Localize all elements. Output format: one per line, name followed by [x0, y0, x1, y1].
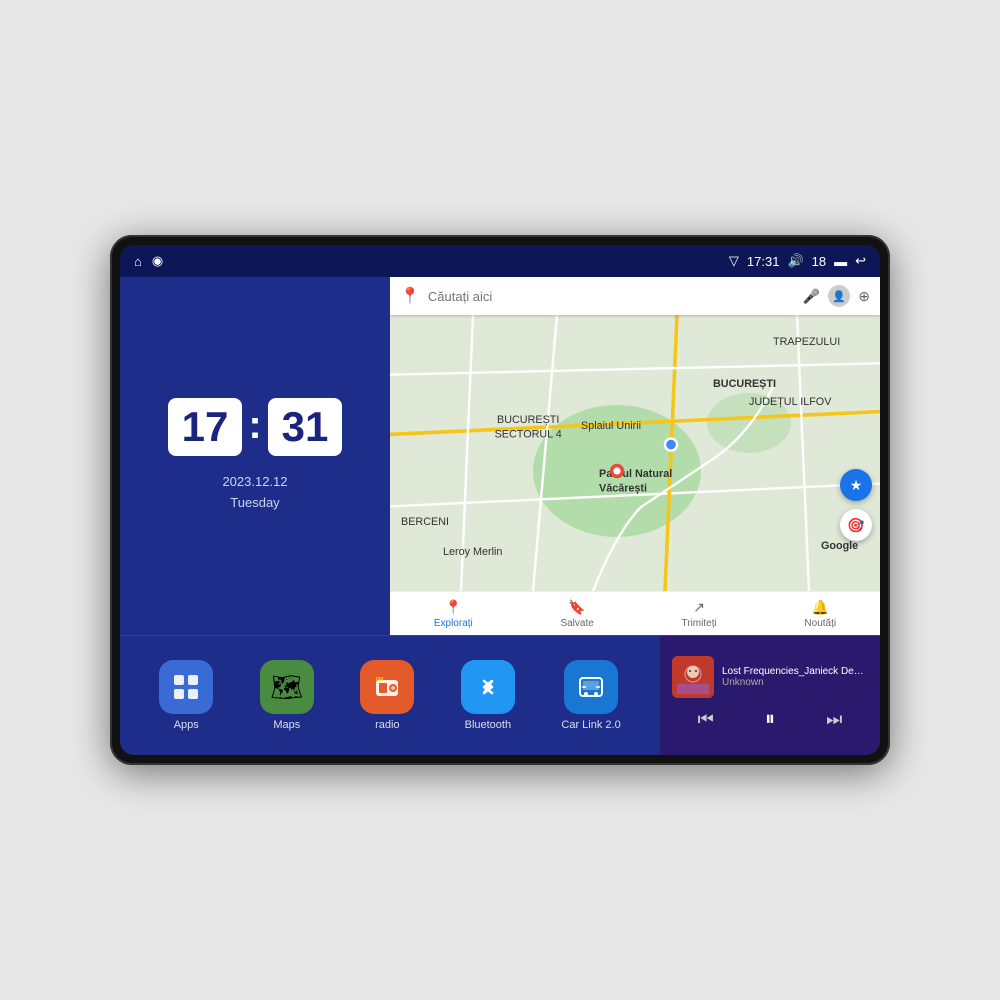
location-button[interactable]: 🎯: [840, 509, 872, 541]
status-time: 17:31: [747, 254, 780, 269]
battery-level: 18: [812, 254, 826, 269]
top-row: 17 : 31 2023.12.12 Tuesday 📍: [120, 277, 880, 635]
radio-icon: FM: [360, 660, 414, 714]
bluetooth-label: Bluetooth: [465, 719, 511, 731]
svg-text:JUDEȚUL ILFOV: JUDEȚUL ILFOV: [749, 396, 832, 408]
microphone-icon[interactable]: 🎤: [803, 288, 820, 305]
clock-date: 2023.12.12 Tuesday: [222, 472, 287, 514]
next-button[interactable]: ⏭: [826, 709, 842, 730]
google-maps-pin-icon: 📍: [400, 286, 420, 306]
volume-icon[interactable]: 🔊: [787, 253, 803, 269]
music-controls: ⏮ ⏸ ⏭: [672, 704, 868, 735]
explore-icon: 📍: [445, 599, 462, 616]
status-left: ⌂ ◉: [134, 253, 163, 269]
music-text: Lost Frequencies_Janieck Devy-... Unknow…: [722, 666, 868, 688]
carlink-label: Car Link 2.0: [561, 719, 620, 731]
clock-minute: 31: [268, 398, 343, 456]
clock-display: 17 : 31: [168, 398, 343, 456]
saved-icon: 🔖: [568, 599, 585, 616]
back-icon[interactable]: ↩: [855, 253, 866, 269]
car-display-device: ⌂ ◉ ▽ 17:31 🔊 18 ▬ ↩ 17 : 3: [110, 235, 890, 765]
car-screen: ⌂ ◉ ▽ 17:31 🔊 18 ▬ ↩ 17 : 3: [120, 245, 880, 755]
app-icon-bluetooth[interactable]: Bluetooth: [461, 660, 515, 731]
maps-shortcut-icon[interactable]: ◉: [152, 253, 163, 269]
map-bottom-bar: 📍 Explorați 🔖 Salvate ↗ Trimiteți 🔔: [390, 591, 880, 635]
svg-text:Văcărești: Văcărești: [599, 482, 647, 494]
clock-panel: 17 : 31 2023.12.12 Tuesday: [120, 277, 390, 635]
battery-icon: ▬: [834, 254, 847, 269]
radio-label: radio: [375, 719, 399, 731]
map-search-icons: 🎤 👤 ⊕: [803, 285, 870, 307]
map-panel[interactable]: 📍 🎤 👤 ⊕: [390, 277, 880, 635]
start-navigation-button[interactable]: ★: [840, 469, 872, 501]
map-area[interactable]: Parcul Natural Văcărești BERCENI BUCUREȘ…: [390, 315, 880, 591]
app-icon-radio[interactable]: FM radio: [360, 660, 414, 731]
map-search-bar[interactable]: 📍 🎤 👤 ⊕: [390, 277, 880, 315]
maps-label: Maps: [273, 719, 300, 731]
svg-text:Google: Google: [821, 540, 858, 552]
status-right: ▽ 17:31 🔊 18 ▬ ↩: [729, 253, 866, 269]
account-icon[interactable]: 👤: [828, 285, 850, 307]
apps-row: Apps 🗺 Maps: [120, 636, 660, 755]
layers-icon[interactable]: ⊕: [858, 288, 870, 305]
home-icon[interactable]: ⌂: [134, 254, 142, 269]
svg-text:TRAPEZULUI: TRAPEZULUI: [773, 336, 840, 348]
prev-button[interactable]: ⏮: [698, 709, 714, 730]
svg-text:BUCUREȘTI: BUCUREȘTI: [713, 378, 776, 390]
apps-icon: [159, 660, 213, 714]
main-content: 17 : 31 2023.12.12 Tuesday 📍: [120, 277, 880, 755]
map-nav-saved[interactable]: 🔖 Salvate: [560, 599, 593, 629]
music-thumbnail: [672, 656, 714, 698]
music-artist: Unknown: [722, 677, 868, 688]
svg-text:BERCENI: BERCENI: [401, 516, 449, 528]
music-info: Lost Frequencies_Janieck Devy-... Unknow…: [672, 656, 868, 698]
play-pause-button[interactable]: ⏸: [765, 708, 775, 731]
app-icon-carlink[interactable]: Car Link 2.0: [561, 660, 620, 731]
status-bar: ⌂ ◉ ▽ 17:31 🔊 18 ▬ ↩: [120, 245, 880, 277]
map-nav-share[interactable]: ↗ Trimiteți: [682, 599, 717, 629]
clock-hour: 17: [168, 398, 243, 456]
svg-text:SECTORUL 4: SECTORUL 4: [495, 428, 562, 440]
bottom-row: Apps 🗺 Maps: [120, 635, 880, 755]
carlink-icon: [564, 660, 618, 714]
news-icon: 🔔: [812, 599, 829, 616]
svg-text:Leroy Merlin: Leroy Merlin: [443, 546, 502, 558]
app-icon-apps[interactable]: Apps: [159, 660, 213, 731]
maps-icon: 🗺: [260, 660, 314, 714]
clock-colon: :: [248, 403, 261, 448]
map-nav-explore[interactable]: 📍 Explorați: [434, 599, 473, 629]
svg-text:FM: FM: [376, 677, 383, 683]
svg-text:Splaiul Unirii: Splaiul Unirii: [581, 420, 641, 432]
svg-text:BUCUREȘTI: BUCUREȘTI: [497, 414, 559, 426]
map-search-input[interactable]: [428, 289, 795, 304]
music-player: Lost Frequencies_Janieck Devy-... Unknow…: [660, 636, 880, 755]
app-icon-maps[interactable]: 🗺 Maps: [260, 660, 314, 731]
share-icon: ↗: [693, 599, 705, 616]
bluetooth-icon: [461, 660, 515, 714]
map-nav-news[interactable]: 🔔 Noutăți: [804, 599, 836, 629]
signal-icon: ▽: [729, 253, 739, 269]
music-title: Lost Frequencies_Janieck Devy-...: [722, 666, 868, 677]
apps-label: Apps: [174, 719, 199, 731]
